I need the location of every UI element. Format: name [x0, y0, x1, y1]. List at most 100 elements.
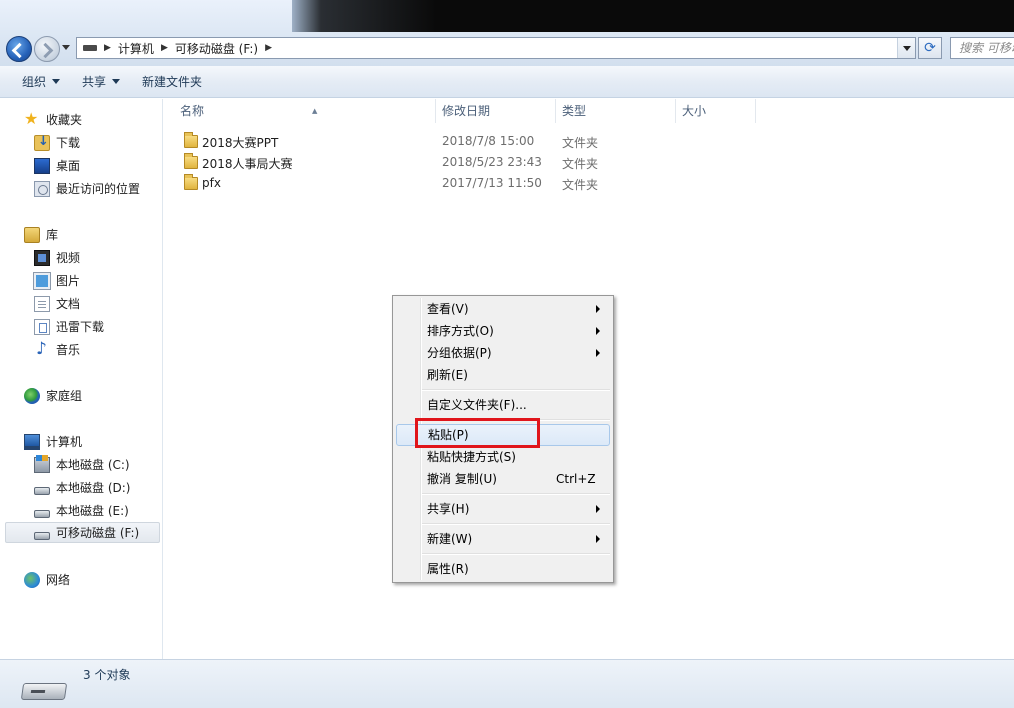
sidebar-item-thunder[interactable]: 迅雷下载 [34, 316, 104, 337]
menu-separator [422, 493, 610, 495]
address-bar[interactable]: ▶ 计算机 ▶ 可移动磁盘 (F:) ▶ [76, 37, 916, 59]
column-header-label: 修改日期 [442, 104, 491, 118]
sidebar-item-label: 图片 [56, 274, 81, 288]
menu-item-label: 排序方式(O) [427, 324, 494, 338]
menu-item-customize[interactable]: 自定义文件夹(F)... [396, 394, 610, 416]
sidebar-item-drive-d[interactable]: 本地磁盘 (D:) [34, 477, 130, 498]
sidebar-item-label: 本地磁盘 (E:) [56, 504, 129, 518]
chevron-right-icon[interactable]: ▶ [265, 43, 272, 53]
sidebar-item-computer[interactable]: 计算机 [24, 431, 82, 452]
file-row[interactable]: 2018大赛PPT 2018/7/8 15:00 文件夹 [181, 132, 621, 152]
star-icon [24, 109, 40, 128]
menu-item-label: 新建(W) [427, 532, 473, 546]
menu-item-label: 分组依据(P) [427, 346, 492, 360]
folder-icon [184, 132, 198, 148]
chevron-down-icon [52, 79, 61, 84]
column-header-date[interactable]: 修改日期 [436, 99, 556, 123]
breadcrumb-removable-drive[interactable]: 可移动磁盘 (F:) [175, 40, 258, 57]
menu-item-sort[interactable]: 排序方式(O) [396, 320, 610, 342]
file-type: 文件夹 [562, 178, 599, 192]
sidebar-item-videos[interactable]: 视频 [34, 247, 80, 268]
sidebar-item-label: 最近访问的位置 [56, 182, 141, 196]
column-header-type[interactable]: 类型 [556, 99, 676, 123]
hard-drive-icon [34, 486, 50, 495]
command-bar: 组织 共享 新建文件夹 [0, 66, 1014, 98]
item-count: 3 个对象 [83, 668, 131, 682]
file-type: 文件夹 [562, 136, 599, 150]
organize-button[interactable]: 组织 [0, 66, 71, 97]
menu-item-undo[interactable]: 撤消 复制(U) Ctrl+Z [396, 468, 610, 490]
file-name: 2018大赛PPT [202, 136, 279, 150]
column-header-name[interactable]: 名称 ▲ [174, 99, 436, 123]
sidebar-item-libraries[interactable]: 库 [24, 224, 58, 245]
menu-item-properties[interactable]: 属性(R) [396, 558, 610, 580]
sidebar-item-music[interactable]: 音乐 [34, 339, 80, 360]
chevron-right-icon[interactable]: ▶ [104, 43, 111, 53]
sidebar-item-label: 本地磁盘 (C:) [56, 458, 130, 472]
removable-drive-icon [34, 531, 50, 540]
sidebar-item-label: 视频 [56, 251, 81, 265]
music-note-icon [34, 339, 50, 359]
sidebar-item-drive-f[interactable]: 可移动磁盘 (F:) [5, 522, 160, 543]
share-label: 共享 [82, 75, 107, 89]
sidebar-item-label: 收藏夹 [46, 113, 83, 127]
menu-item-share[interactable]: 共享(H) [396, 498, 610, 520]
address-dropdown-button[interactable] [897, 38, 915, 58]
network-icon [24, 571, 40, 588]
breadcrumb-computer[interactable]: 计算机 [118, 40, 154, 57]
file-row[interactable]: pfx 2017/7/13 11:50 文件夹 [181, 174, 621, 194]
search-input[interactable]: 搜索 可移动 [950, 37, 1014, 59]
menu-item-label: 自定义文件夹(F)... [427, 398, 527, 412]
sidebar-item-network[interactable]: 网络 [24, 569, 70, 590]
sidebar-item-label: 本地磁盘 (D:) [56, 481, 131, 495]
refresh-icon: ⟳ [924, 40, 936, 56]
sidebar-item-drive-e[interactable]: 本地磁盘 (E:) [34, 500, 129, 521]
menu-item-group[interactable]: 分组依据(P) [396, 342, 610, 364]
file-type: 文件夹 [562, 157, 599, 171]
sidebar-item-favorites[interactable]: 收藏夹 [24, 109, 82, 130]
menu-separator [422, 389, 610, 391]
menu-item-paste-shortcut[interactable]: 粘贴快捷方式(S) [396, 446, 610, 468]
sidebar-item-downloads[interactable]: 下载 [34, 132, 80, 153]
drive-icon [83, 45, 97, 51]
chevron-right-icon[interactable]: ▶ [161, 43, 168, 53]
back-button[interactable] [6, 36, 32, 62]
sidebar-item-label: 网络 [46, 573, 71, 587]
menu-item-new[interactable]: 新建(W) [396, 528, 610, 550]
sidebar-item-recent[interactable]: 最近访问的位置 [34, 178, 140, 199]
menu-item-shortcut: Ctrl+Z [556, 472, 596, 486]
removable-drive-icon [20, 683, 68, 700]
menu-item-label: 刷新(E) [427, 368, 468, 382]
sidebar-item-pictures[interactable]: 图片 [33, 270, 81, 291]
recent-pages-dropdown[interactable] [62, 45, 70, 50]
menu-item-label: 粘贴快捷方式(S) [427, 450, 516, 464]
menu-item-refresh[interactable]: 刷新(E) [396, 364, 610, 386]
sidebar-item-documents[interactable]: 文档 [34, 293, 80, 314]
video-icon [34, 249, 50, 266]
sidebar-item-label: 家庭组 [46, 389, 83, 403]
menu-item-label: 属性(R) [427, 562, 469, 576]
file-row[interactable]: 2018人事局大赛 2018/5/23 23:43 文件夹 [181, 153, 621, 173]
new-folder-button[interactable]: 新建文件夹 [131, 66, 213, 97]
menu-item-view[interactable]: 查看(V) [396, 298, 610, 320]
share-button[interactable]: 共享 [71, 66, 131, 97]
file-name: 2018人事局大赛 [202, 157, 293, 171]
menu-item-label: 共享(H) [427, 502, 470, 516]
submenu-arrow-icon [596, 327, 600, 335]
forward-button[interactable] [34, 36, 60, 62]
column-header-label: 类型 [562, 104, 587, 118]
homegroup-icon [24, 387, 40, 404]
refresh-button[interactable]: ⟳ [918, 37, 942, 59]
column-header-label: 大小 [682, 104, 707, 118]
pictures-icon [33, 271, 51, 290]
menu-item-label: 撤消 复制(U) [427, 472, 497, 486]
sidebar-item-label: 迅雷下载 [56, 320, 105, 334]
sidebar-item-drive-c[interactable]: 本地磁盘 (C:) [34, 454, 130, 475]
desktop-background-strip [292, 0, 1014, 32]
menu-item-label: 查看(V) [427, 302, 469, 316]
sort-up-icon: ▲ [312, 107, 318, 115]
column-header-size[interactable]: 大小 [676, 99, 756, 123]
sidebar-item-homegroup[interactable]: 家庭组 [24, 385, 82, 406]
sidebar-item-label: 桌面 [56, 159, 81, 173]
sidebar-item-desktop[interactable]: 桌面 [34, 155, 80, 176]
